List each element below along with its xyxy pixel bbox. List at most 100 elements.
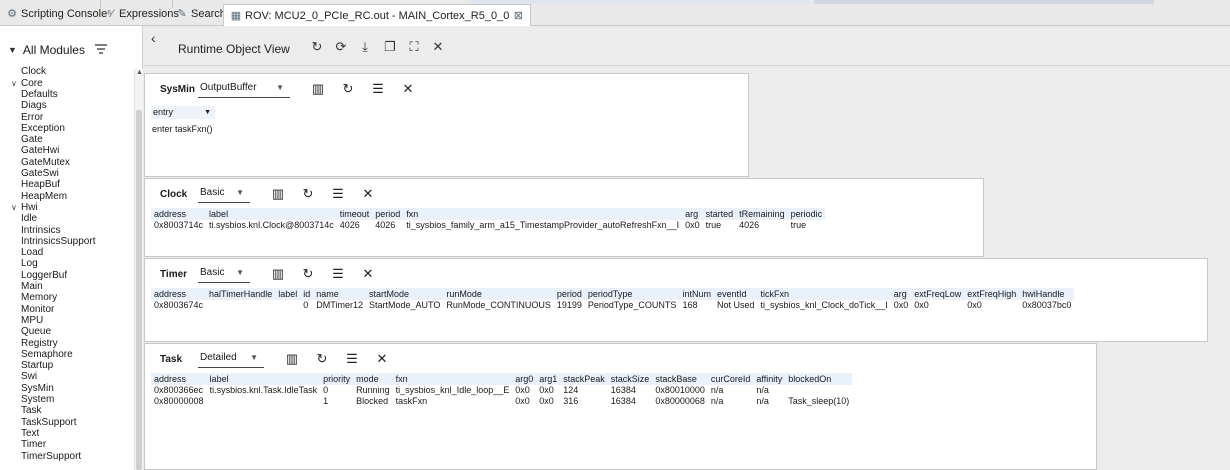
module-item[interactable]: Registry: [21, 338, 58, 349]
column-header[interactable]: halTimerHandle: [206, 288, 276, 300]
view-select[interactable]: Detailed ▼: [198, 350, 264, 368]
table-row[interactable]: 0x800366ec ti.sysbios.knl.Task.IdleTask 0 R…: [151, 385, 852, 396]
table-row[interactable]: 0x8003674c 0 DMTimer12 StartMode_AUTO RunMod…: [151, 300, 1074, 311]
view-select[interactable]: OutputBuffer ▼: [198, 80, 290, 98]
column-header[interactable]: address: [151, 208, 207, 220]
module-item[interactable]: Idle: [21, 213, 37, 224]
module-item[interactable]: Memory: [21, 292, 57, 303]
chevron-down-icon[interactable]: ▼: [8, 45, 17, 55]
menu-icon[interactable]: ☰: [330, 186, 346, 202]
module-item[interactable]: TimerSupport: [21, 451, 81, 462]
tab-scripting-console[interactable]: ⚙ Scripting Console: [6, 5, 107, 23]
column-header[interactable]: tickFxn: [757, 288, 891, 300]
column-header[interactable]: eventId: [713, 288, 758, 300]
column-header[interactable]: arg0: [512, 373, 537, 385]
column-header[interactable]: blockedOn: [785, 373, 853, 385]
module-item[interactable]: SysMin: [21, 383, 54, 394]
column-header[interactable]: name: [313, 288, 366, 300]
table-row[interactable]: 0x80000008 1 Blocked taskFxn 0x0 0x0 316 16384 0…: [151, 396, 852, 407]
module-item[interactable]: Text: [21, 428, 39, 439]
column-header[interactable]: runMode: [443, 288, 554, 300]
auto-refresh-icon[interactable]: ⟳: [333, 39, 349, 55]
close-tab-icon[interactable]: ⊠: [512, 10, 524, 22]
column-header[interactable]: address: [151, 288, 207, 300]
module-item[interactable]: Log: [21, 258, 38, 269]
column-header[interactable]: extFreqHigh: [964, 288, 1020, 300]
refresh-icon[interactable]: ↻: [300, 186, 316, 202]
column-header[interactable]: label: [275, 288, 301, 300]
module-item[interactable]: GateSwi: [21, 168, 59, 179]
module-item[interactable]: ∨ Core: [11, 78, 43, 89]
column-header[interactable]: arg: [682, 208, 703, 220]
menu-icon[interactable]: ☰: [370, 81, 386, 97]
module-item[interactable]: GateMutex: [21, 157, 70, 168]
module-item[interactable]: HeapMem: [21, 191, 67, 202]
all-modules-header[interactable]: ▼ All Modules: [8, 43, 107, 57]
chevron-down-icon[interactable]: ∨: [11, 78, 21, 89]
module-item[interactable]: Gate: [21, 134, 43, 145]
module-item[interactable]: Intrinsics: [21, 225, 60, 236]
column-header[interactable]: hwiHandle: [1019, 288, 1075, 300]
columns-icon[interactable]: ▥: [310, 81, 326, 97]
column-header[interactable]: intNum: [679, 288, 714, 300]
close-icon[interactable]: ✕: [360, 186, 376, 202]
scrollbar-thumb[interactable]: [136, 110, 142, 470]
column-header[interactable]: curCoreId: [707, 373, 754, 385]
tab-rov[interactable]: ▦ ROV: MCU2_0_PCIe_RC.out - MAIN_Cortex_…: [223, 4, 532, 26]
tab-search[interactable]: ✎ Search: [176, 5, 225, 23]
module-item[interactable]: Queue: [21, 326, 51, 337]
tab-expressions[interactable]: ⁶⁄ Expressions: [104, 5, 179, 23]
column-header[interactable]: period: [553, 288, 585, 300]
refresh-icon[interactable]: ↻: [300, 266, 316, 282]
close-icon[interactable]: ✕: [430, 39, 446, 55]
column-header[interactable]: address: [151, 373, 207, 385]
module-item[interactable]: Main: [21, 281, 43, 292]
column-header[interactable]: affinity: [753, 373, 786, 385]
column-header[interactable]: startMode: [365, 288, 444, 300]
module-list-scrollbar[interactable]: ▲: [134, 69, 143, 470]
column-header[interactable]: fxn: [392, 373, 513, 385]
module-item[interactable]: IntrinsicsSupport: [21, 236, 95, 247]
column-header[interactable]: id: [300, 288, 314, 300]
columns-icon[interactable]: ▥: [270, 266, 286, 282]
column-header[interactable]: periodic: [787, 208, 826, 220]
module-item[interactable]: TaskSupport: [21, 417, 77, 428]
columns-icon[interactable]: ▥: [270, 186, 286, 202]
column-header[interactable]: fxn: [403, 208, 683, 220]
close-icon[interactable]: ✕: [400, 81, 416, 97]
fullscreen-icon[interactable]: ⛶: [406, 39, 422, 55]
refresh-icon[interactable]: ↻: [340, 81, 356, 97]
column-header[interactable]: priority: [320, 373, 354, 385]
menu-icon[interactable]: ☰: [344, 351, 360, 367]
close-icon[interactable]: ✕: [360, 266, 376, 282]
column-header[interactable]: mode: [353, 373, 393, 385]
column-header[interactable]: label: [206, 373, 321, 385]
column-header[interactable]: stackPeak: [560, 373, 608, 385]
module-item[interactable]: GateHwi: [21, 145, 59, 156]
column-header[interactable]: tRemaining: [736, 208, 788, 220]
module-item[interactable]: MPU: [21, 315, 43, 326]
view-select[interactable]: Basic ▼: [198, 265, 250, 283]
scroll-up-icon[interactable]: ▲: [135, 69, 144, 79]
module-item[interactable]: ∨ Hwi: [11, 202, 38, 213]
column-header[interactable]: timeout: [336, 208, 373, 220]
refresh-icon[interactable]: ↻: [309, 39, 325, 55]
column-header[interactable]: arg1: [536, 373, 561, 385]
column-header[interactable]: started: [702, 208, 737, 220]
module-item[interactable]: Semaphore: [21, 349, 73, 360]
module-item[interactable]: Exception: [21, 123, 65, 134]
menu-icon[interactable]: ☰: [330, 266, 346, 282]
table-row[interactable]: 0x8003714c ti.sysbios.knl.Clock@8003714c 4…: [151, 220, 825, 231]
view-select[interactable]: Basic ▼: [198, 185, 250, 203]
module-item[interactable]: Load: [21, 247, 43, 258]
module-item[interactable]: Startup: [21, 360, 53, 371]
column-header[interactable]: stackSize: [607, 373, 653, 385]
column-header[interactable]: extFreqLow: [911, 288, 965, 300]
module-item[interactable]: LoggerBuf: [21, 270, 67, 281]
module-item[interactable]: Timer: [21, 439, 46, 450]
module-item[interactable]: HeapBuf: [21, 179, 60, 190]
back-icon[interactable]: ‹: [151, 30, 156, 46]
column-header[interactable]: periodType: [584, 288, 680, 300]
columns-icon[interactable]: ▥: [284, 351, 300, 367]
module-item[interactable]: Monitor: [21, 304, 54, 315]
